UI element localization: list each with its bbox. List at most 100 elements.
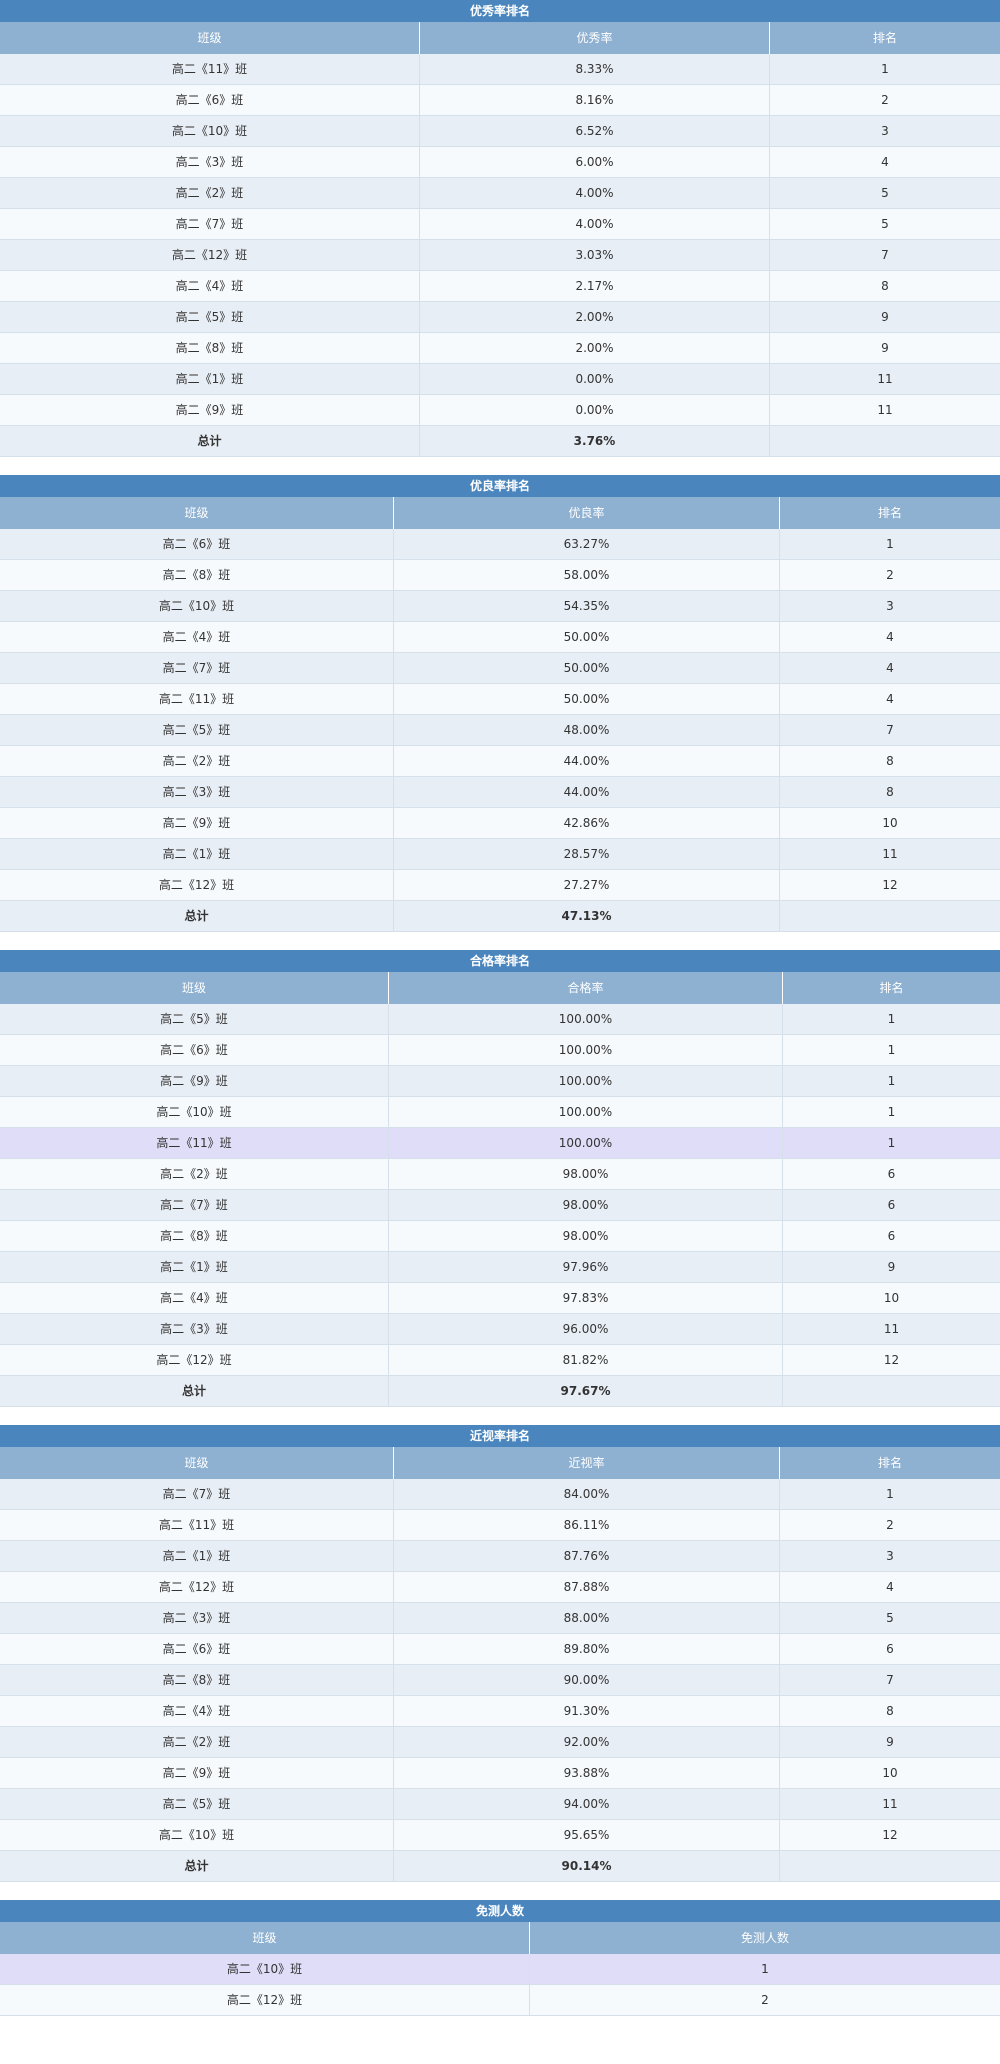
total-value: 90.14% (394, 1851, 780, 1881)
total-rank (780, 1851, 1000, 1881)
class-name-cell: 高二《11》班 (0, 1510, 394, 1540)
rank-cell: 2 (886, 568, 894, 582)
class-name-cell: 高二《9》班 (0, 808, 394, 838)
value-cell: 94.00% (394, 1789, 780, 1819)
rank-cell: 7 (886, 1673, 894, 1687)
table-row: 高二《12》班 27.27% 12 (0, 870, 1000, 901)
myopia-rate-table: 近视率排名 班级 近视率 排名 高二《7》班 84.00% 1 高二《11》班 86.11% 2 高… (0, 1425, 1000, 1882)
total-value: 47.13% (394, 901, 780, 931)
rank-cell: 7 (886, 723, 894, 737)
table-row: 高二《6》班 63.27% 1 (0, 529, 1000, 560)
table-row: 高二《7》班 4.00% 5 (0, 209, 1000, 240)
class-name-cell: 高二《2》班 (0, 746, 394, 776)
class-name-cell: 高二《8》班 (0, 333, 420, 363)
class-name-cell: 高二《4》班 (0, 622, 394, 652)
rank-cell: 8 (886, 754, 894, 768)
total-rank (780, 901, 1000, 931)
class-name-cell: 高二《3》班 (0, 1603, 394, 1633)
table-row: 高二《3》班 6.00% 4 (0, 147, 1000, 178)
rank-cell: 9 (887, 1260, 896, 1274)
column-header: 排名 (879, 981, 904, 995)
value-cell: 2.00% (420, 333, 770, 363)
value-cell: 2 (761, 1993, 769, 2007)
value-cell: 100.00% (389, 1128, 783, 1158)
class-name-cell: 高二《6》班 (0, 529, 394, 559)
table-row: 高二《3》班 96.00% 11 (0, 1314, 1000, 1345)
column-header: 班级 (0, 1447, 394, 1479)
table-header-row: 班级 优良率 排名 (0, 497, 1000, 529)
rank-cell: 5 (886, 1611, 894, 1625)
value-cell: 54.35% (394, 591, 780, 621)
table-row: 高二《2》班 92.00% 9 (0, 1727, 1000, 1758)
table-row: 高二《1》班 87.76% 3 (0, 1541, 1000, 1572)
table-row: 高二《2》班 98.00% 6 (0, 1159, 1000, 1190)
table-row: 高二《10》班 6.52% 3 (0, 116, 1000, 147)
rank-cell: 3 (886, 1549, 894, 1563)
column-header: 班级 (0, 22, 420, 54)
rank-cell: 9 (886, 1735, 894, 1749)
class-name-cell: 高二《12》班 (0, 1985, 530, 2015)
rank-cell: 11 (883, 1322, 900, 1336)
table-row: 高二《11》班 8.33% 1 (0, 54, 1000, 85)
class-name-cell: 高二《11》班 (0, 54, 420, 84)
table-row: 高二《8》班 58.00% 2 (0, 560, 1000, 591)
class-name-cell: 高二《11》班 (0, 684, 394, 714)
class-name-cell: 高二《7》班 (0, 1190, 389, 1220)
table-row: 高二《6》班 89.80% 6 (0, 1634, 1000, 1665)
table-row: 高二《1》班 97.96% 9 (0, 1252, 1000, 1283)
table-header-row: 班级 优秀率 排名 (0, 22, 1000, 54)
value-cell: 88.00% (394, 1603, 780, 1633)
rank-cell: 8 (886, 785, 894, 799)
table-title: 免测人数 (0, 1900, 1000, 1922)
value-cell: 42.86% (394, 808, 780, 838)
table-row: 高二《9》班 42.86% 10 (0, 808, 1000, 839)
class-name-cell: 高二《12》班 (0, 240, 420, 270)
rank-cell: 12 (882, 878, 898, 892)
column-header: 合格率 (389, 972, 783, 1004)
total-rank (783, 1376, 1000, 1406)
table-row: 高二《6》班 100.00% 1 (0, 1035, 1000, 1066)
rank-cell: 1 (887, 1105, 896, 1119)
class-name-cell: 高二《6》班 (0, 1035, 389, 1065)
class-name-cell: 高二《10》班 (0, 1820, 394, 1850)
rank-cell: 1 (887, 1043, 896, 1057)
class-name-cell: 高二《5》班 (0, 1789, 394, 1819)
value-cell: 63.27% (394, 529, 780, 559)
rank-cell: 4 (886, 630, 894, 644)
value-cell: 93.88% (394, 1758, 780, 1788)
value-cell: 97.96% (389, 1252, 783, 1282)
value-cell: 100.00% (389, 1097, 783, 1127)
class-name-cell: 高二《2》班 (0, 1159, 389, 1189)
table-row: 高二《11》班 50.00% 4 (0, 684, 1000, 715)
total-label: 总计 (0, 901, 394, 931)
class-name-cell: 高二《8》班 (0, 560, 394, 590)
class-name-cell: 高二《10》班 (0, 1954, 530, 1984)
column-header: 近视率 (394, 1447, 780, 1479)
class-name-cell: 高二《9》班 (0, 1066, 389, 1096)
table-row: 高二《9》班 0.00% 11 (0, 395, 1000, 426)
table-row: 高二《7》班 98.00% 6 (0, 1190, 1000, 1221)
class-name-cell: 高二《5》班 (0, 1004, 389, 1034)
rank-cell: 9 (881, 341, 889, 355)
class-name-cell: 高二《1》班 (0, 1541, 394, 1571)
rank-cell: 8 (886, 1704, 894, 1718)
total-label: 总计 (0, 426, 420, 456)
class-name-cell: 高二《7》班 (0, 209, 420, 239)
rank-cell: 2 (886, 1518, 894, 1532)
value-cell: 48.00% (394, 715, 780, 745)
class-name-cell: 高二《12》班 (0, 870, 394, 900)
rank-cell: 11 (877, 403, 893, 417)
rank-cell: 6 (887, 1198, 896, 1212)
class-name-cell: 高二《5》班 (0, 302, 420, 332)
class-name-cell: 高二《8》班 (0, 1665, 394, 1695)
rank-cell: 11 (882, 1797, 898, 1811)
value-cell: 86.11% (394, 1510, 780, 1540)
value-cell: 6.52% (420, 116, 770, 146)
rank-cell: 12 (882, 1828, 898, 1842)
value-cell: 50.00% (394, 622, 780, 652)
rank-cell: 1 (886, 537, 894, 551)
table-row: 高二《4》班 50.00% 4 (0, 622, 1000, 653)
table-row: 高二《4》班 91.30% 8 (0, 1696, 1000, 1727)
rank-cell: 1 (881, 62, 889, 76)
value-cell: 50.00% (394, 684, 780, 714)
